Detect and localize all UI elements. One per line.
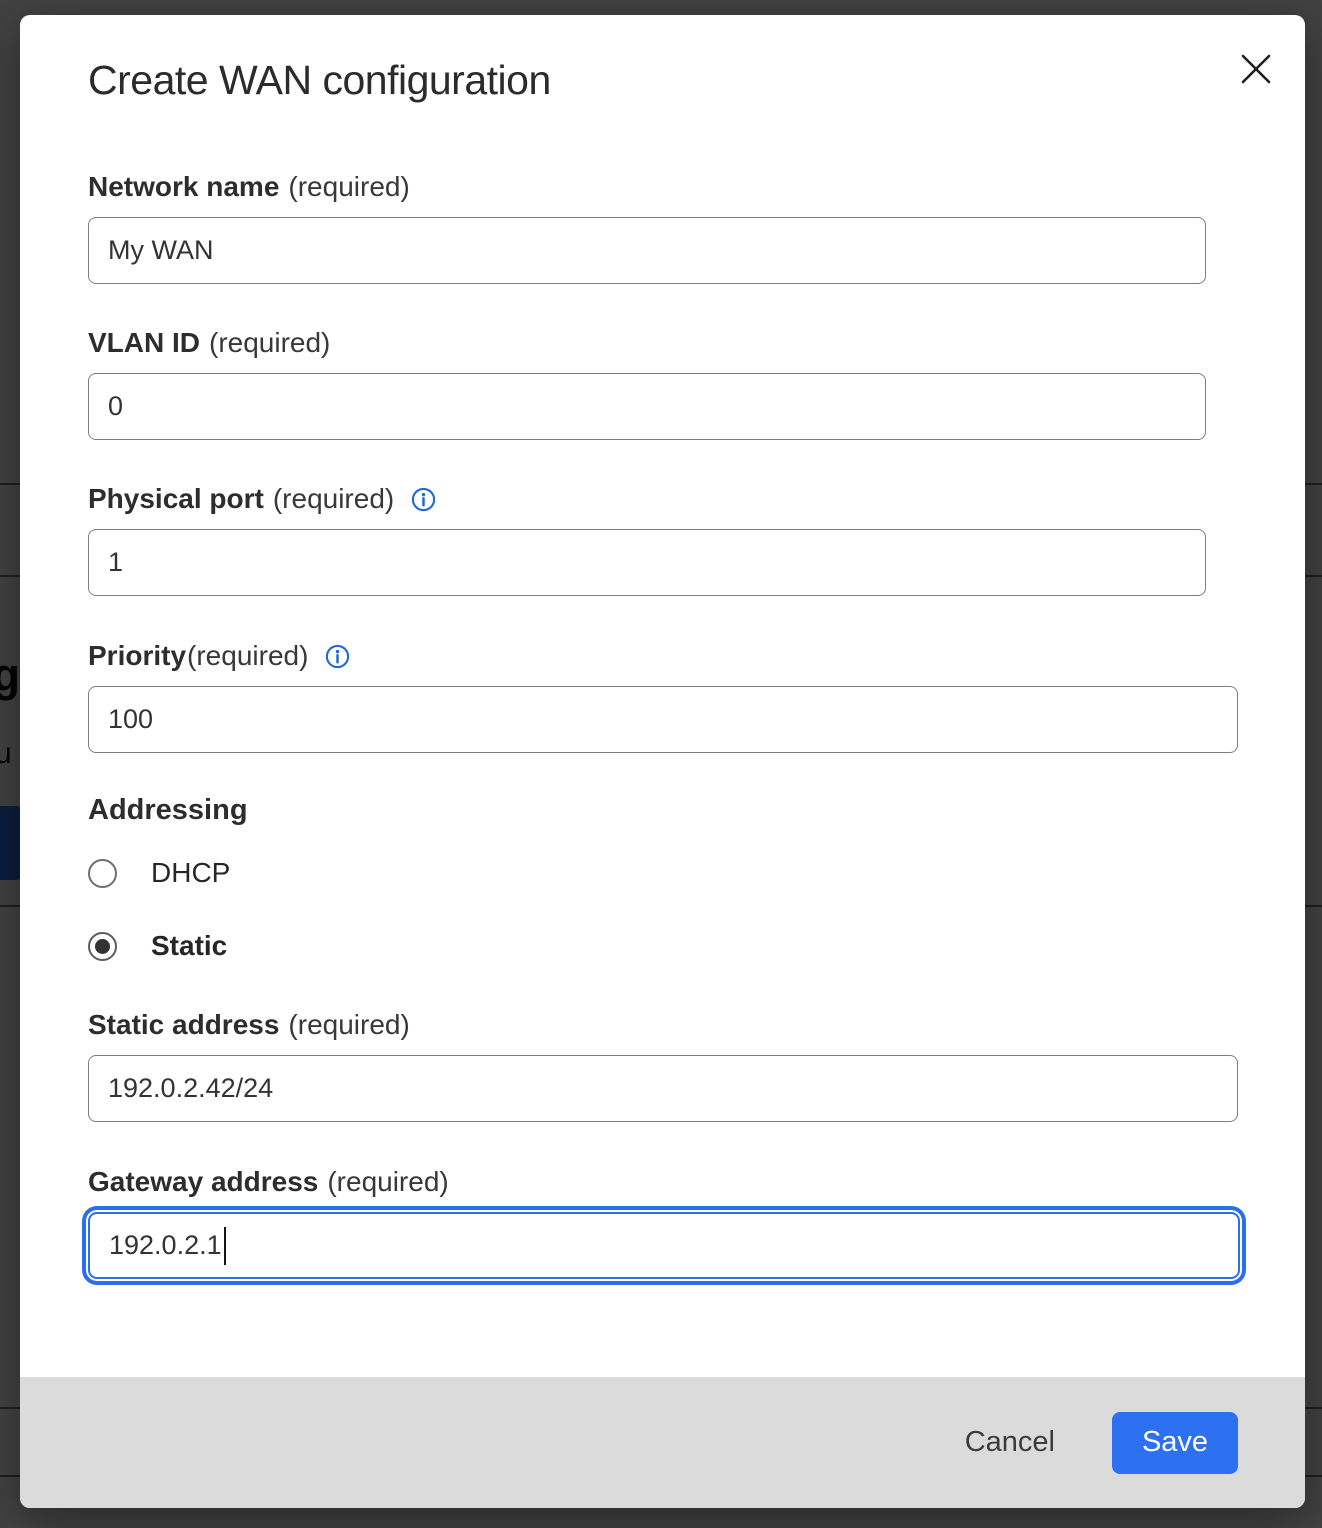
field-static-address: Static address (required)	[88, 1009, 1238, 1122]
field-physical-port: Physical port (required)	[88, 483, 1206, 596]
cancel-button[interactable]: Cancel	[965, 1426, 1055, 1459]
field-label: Physical port	[88, 483, 264, 515]
required-hint: (required)	[273, 483, 394, 515]
physical-port-input[interactable]	[88, 529, 1206, 596]
physical-port-info-icon[interactable]	[411, 487, 436, 512]
field-label: Static address	[88, 1009, 279, 1041]
field-label: Gateway address	[88, 1166, 318, 1198]
radio-option-dhcp[interactable]: DHCP	[88, 857, 230, 889]
priority-info-icon[interactable]	[325, 644, 350, 669]
addressing-heading: Addressing	[88, 794, 248, 827]
priority-input[interactable]	[88, 686, 1238, 753]
network-name-input[interactable]	[88, 217, 1206, 284]
static-address-input[interactable]	[88, 1055, 1238, 1122]
field-priority: Priority (required)	[88, 640, 1238, 753]
field-label: Network name	[88, 171, 279, 203]
field-label: VLAN ID	[88, 327, 200, 359]
gateway-address-value: 192.0.2.1	[109, 1230, 222, 1261]
text-cursor	[224, 1227, 226, 1265]
radio-option-static[interactable]: Static	[88, 930, 227, 962]
radio-label: DHCP	[151, 857, 230, 889]
field-label: Priority	[88, 640, 186, 672]
required-hint: (required)	[327, 1166, 448, 1198]
field-gateway-address: Gateway address (required) 192.0.2.1	[88, 1166, 1240, 1279]
required-hint: (required)	[288, 1009, 409, 1041]
gateway-address-input[interactable]: 192.0.2.1	[88, 1212, 1240, 1279]
radio-static[interactable]	[88, 932, 117, 961]
close-icon	[1239, 52, 1273, 86]
required-hint: (required)	[187, 640, 308, 672]
vlan-id-input[interactable]	[88, 373, 1206, 440]
required-hint: (required)	[288, 171, 409, 203]
radio-selected-dot	[95, 939, 110, 954]
create-wan-configuration-dialog: Create WAN configuration Network name (r…	[20, 15, 1305, 1508]
dialog-title: Create WAN configuration	[88, 57, 551, 104]
dialog-footer: Cancel Save	[20, 1377, 1305, 1508]
radio-label: Static	[151, 930, 227, 962]
close-button[interactable]	[1234, 47, 1278, 91]
required-hint: (required)	[209, 327, 330, 359]
radio-dhcp[interactable]	[88, 859, 117, 888]
field-vlan-id: VLAN ID (required)	[88, 327, 1206, 440]
save-button[interactable]: Save	[1112, 1412, 1238, 1474]
field-network-name: Network name (required)	[88, 171, 1206, 284]
